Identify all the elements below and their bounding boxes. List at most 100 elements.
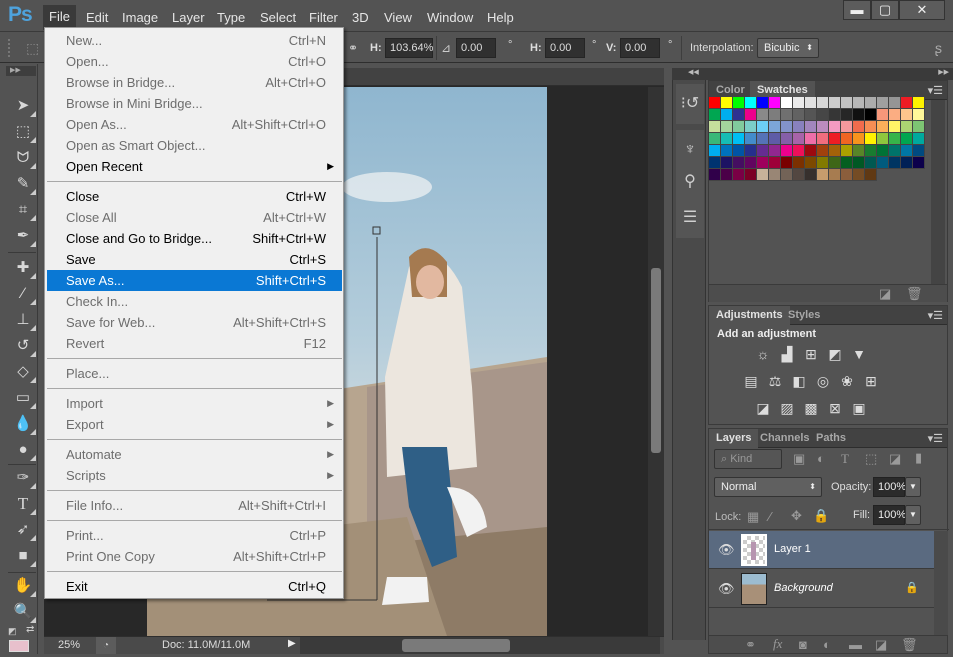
color-swatch[interactable] [829,97,841,109]
healing-brush-tool-icon[interactable]: ✚ [13,258,36,279]
link-layers-icon[interactable]: ⚭ [745,637,756,653]
color-swatch[interactable] [781,157,793,169]
color-swatch[interactable] [829,133,841,145]
color-swatch[interactable] [841,145,853,157]
tab-layers[interactable]: Layers [709,429,759,448]
type-filter-icon[interactable]: T [841,451,849,467]
layer-row-background[interactable]: 👁 Background 🔒 [709,570,934,608]
color-swatch[interactable] [733,169,745,181]
new-layer-icon[interactable]: ◪ [875,637,887,653]
brightness-contrast-icon[interactable]: ☼ [753,346,773,362]
color-swatch[interactable] [769,169,781,181]
menu-item-open[interactable]: Open... Ctrl+O [47,51,342,72]
color-swatch[interactable] [829,121,841,133]
menu-item-new[interactable]: New... Ctrl+N [47,30,342,51]
layer-filter-kind[interactable]: ⌕ Kind [714,449,782,469]
tab-paths[interactable]: Paths [809,429,853,448]
hand-tool-icon[interactable]: ✋ [13,576,36,597]
color-swatch[interactable] [853,97,865,109]
color-swatch[interactable] [901,157,913,169]
menu-layer[interactable]: Layer [166,8,211,27]
color-swatch[interactable] [805,97,817,109]
color-swatch[interactable] [877,121,889,133]
menu-window[interactable]: Window [421,8,479,27]
menu-3d[interactable]: 3D [346,8,375,27]
path-selection-tool-icon[interactable]: ➶ [13,520,36,541]
color-swatch[interactable] [865,133,877,145]
menu-type[interactable]: Type [211,8,251,27]
color-swatch[interactable] [805,121,817,133]
delete-layer-icon[interactable]: 🗑 [901,637,918,653]
color-swatch[interactable] [805,133,817,145]
color-swatch[interactable] [757,145,769,157]
color-swatch[interactable] [901,121,913,133]
black-white-icon[interactable]: ◧ [789,373,809,389]
color-swatch[interactable] [793,121,805,133]
menu-item-automate[interactable]: Automate ▶ [47,444,342,465]
color-swatch[interactable] [841,157,853,169]
v-skew-field[interactable]: 0.00 [620,38,660,58]
crop-tool-icon[interactable]: ⌗ [13,200,36,221]
color-swatch[interactable] [745,157,757,169]
color-swatch[interactable] [805,157,817,169]
color-swatch[interactable] [757,109,769,121]
color-swatch[interactable] [781,133,793,145]
color-swatch[interactable] [793,109,805,121]
pixel-filter-icon[interactable]: ▣ [793,451,805,467]
color-swatch[interactable] [841,97,853,109]
invert-icon[interactable]: ◪ [753,400,773,416]
menu-item-close[interactable]: Close Ctrl+W [47,186,342,207]
lock-transparent-icon[interactable]: ▦ [747,509,759,525]
color-swatch[interactable] [877,133,889,145]
new-swatch-icon[interactable]: ◪ [879,286,891,302]
color-swatch[interactable] [781,169,793,181]
interpolation-select[interactable]: Bicubic ⬍ [757,38,819,58]
fill-dropdown-icon[interactable]: ▼ [905,505,921,525]
threshold-icon[interactable]: ▩ [801,400,821,416]
menu-view[interactable]: View [378,8,418,27]
clone-source-icon[interactable]: ☰ [676,198,704,238]
rotate-field[interactable]: 0.00 [456,38,496,58]
color-swatch[interactable] [817,157,829,169]
horizontal-scrollbar-thumb[interactable] [402,639,510,652]
menu-item-file-info[interactable]: File Info... Alt+Shift+Ctrl+I [47,495,342,516]
color-swatch[interactable] [757,157,769,169]
color-swatch[interactable] [757,133,769,145]
color-swatch[interactable] [817,121,829,133]
new-group-icon[interactable]: ▬ [849,637,862,652]
color-balance-icon[interactable]: ⚖ [765,373,785,389]
panel-menu-icon[interactable]: ▾☰ [928,309,943,322]
visibility-eye-icon[interactable]: 👁 [718,581,735,597]
color-swatch[interactable] [901,109,913,121]
menu-item-close-all[interactable]: Close All Alt+Ctrl+W [47,207,342,228]
color-swatch[interactable] [745,133,757,145]
menu-item-place[interactable]: Place... [47,363,342,384]
color-swatch[interactable] [865,157,877,169]
vibrance-icon[interactable]: ▼ [849,346,869,362]
menu-edit[interactable]: Edit [80,8,114,27]
color-swatch[interactable] [709,97,721,109]
hue-saturation-icon[interactable]: ▤ [741,373,761,389]
lock-all-icon[interactable]: 🔒 [813,508,829,524]
color-swatch[interactable] [817,109,829,121]
color-swatch[interactable] [865,121,877,133]
warp-icon[interactable]: ʂ [935,40,942,56]
color-swatch[interactable] [865,109,877,121]
channel-mixer-icon[interactable]: ❀ [837,373,857,389]
color-swatch[interactable] [913,145,925,157]
posterize-icon[interactable]: ▨ [777,400,797,416]
color-swatch[interactable] [877,109,889,121]
menu-select[interactable]: Select [254,8,302,27]
color-swatch[interactable] [745,109,757,121]
color-swatch[interactable] [865,169,877,181]
color-swatch[interactable] [853,121,865,133]
color-swatch[interactable] [805,145,817,157]
menu-item-open-as[interactable]: Open As... Alt+Shift+Ctrl+O [47,114,342,135]
rectangle-tool-icon[interactable]: ■ [13,546,36,567]
color-swatch[interactable] [733,145,745,157]
delete-swatch-icon[interactable]: 🗑 [906,286,923,302]
layer-row-layer-1[interactable]: 👁 Layer 1 [709,531,934,569]
zoom-level[interactable]: 25% [58,639,80,651]
pen-tool-icon[interactable]: ✑ [13,468,36,489]
visibility-eye-icon[interactable]: 👁 [718,542,735,558]
